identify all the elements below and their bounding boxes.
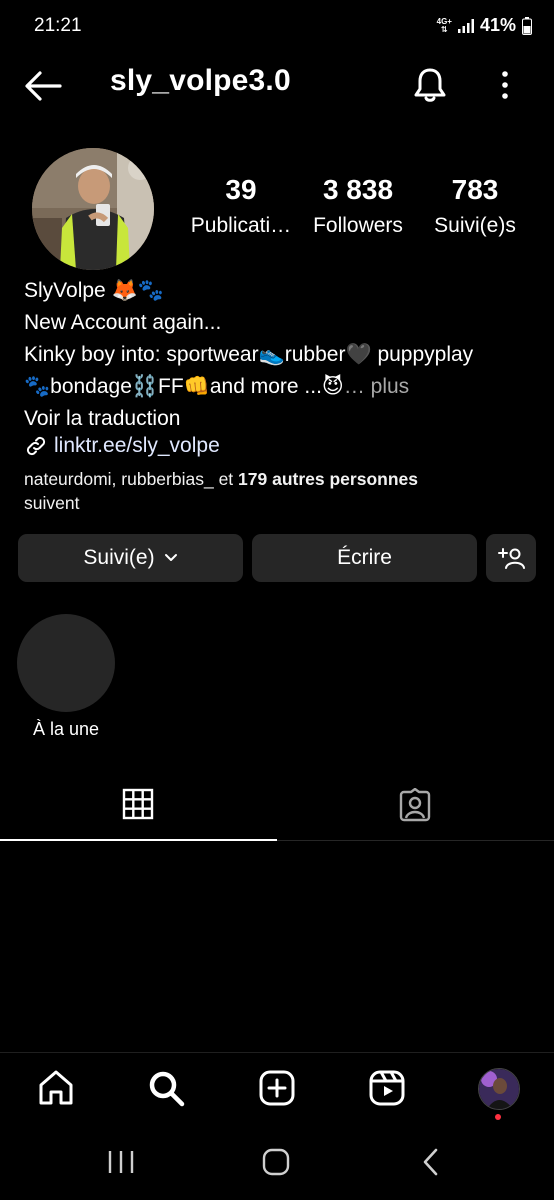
following-count: 783	[451, 174, 499, 205]
followers-count: 3 838	[322, 174, 394, 205]
message-button[interactable]: Écrire	[252, 534, 477, 582]
nav-avatar-photo	[479, 1069, 519, 1109]
stat-followers[interactable]: 3 838 Followers	[305, 174, 411, 238]
mutual-suffix: suivent	[24, 493, 80, 513]
add-user-icon	[498, 548, 525, 569]
followers-label: Followers	[313, 214, 403, 237]
active-tab-indicator	[0, 839, 277, 841]
bio-line-3: 🐾bondage⛓️FF👊and more ...😈… plus	[24, 371, 409, 403]
profile-username: sly_volpe3.0	[110, 64, 291, 97]
bio-more-link[interactable]: … plus	[344, 375, 409, 398]
battery-icon	[522, 16, 532, 35]
search-icon[interactable]	[146, 1068, 186, 1108]
following-label: Suivi(e)s	[434, 214, 516, 237]
posts-count: 39	[225, 174, 257, 205]
battery-percent: 41%	[479, 15, 516, 35]
highlight-circle[interactable]	[17, 614, 115, 712]
notification-dot	[495, 1114, 501, 1120]
back-arrow-icon[interactable]	[24, 70, 62, 102]
translate-link[interactable]: Voir la traduction	[24, 403, 180, 435]
following-button[interactable]: Suivi(e)	[18, 534, 243, 582]
following-button-label: Suivi(e)	[83, 546, 155, 569]
mutual-and: et	[213, 469, 239, 489]
tab-divider	[277, 840, 554, 841]
bio-line-3-text: 🐾bondage⛓️FF👊and more ...😈	[24, 375, 344, 398]
reels-icon[interactable]	[367, 1068, 407, 1108]
home-icon[interactable]	[36, 1068, 76, 1108]
status-time: 21:21	[34, 15, 82, 36]
mutual-count: 179 autres personnes	[238, 469, 418, 489]
system-back-icon[interactable]	[414, 1145, 448, 1179]
network-indicator: 4G+ ⇅	[437, 17, 452, 34]
mutual-users: nateurdomi, rubberbias_	[24, 469, 214, 489]
more-vertical-icon[interactable]	[496, 70, 514, 100]
bio-line-2: Kinky boy into: sportwear👟rubber🖤 puppyp…	[24, 343, 474, 366]
bio-line-1: New Account again...	[24, 311, 222, 334]
stat-posts[interactable]: 39 Publicati…	[186, 174, 296, 238]
profile-link[interactable]: linktr.ee/sly_volpe	[24, 434, 220, 458]
profile-link-text: linktr.ee/sly_volpe	[54, 434, 220, 457]
signal-icon	[457, 18, 474, 33]
nav-profile-avatar[interactable]	[478, 1068, 520, 1110]
avatar-photo	[32, 148, 154, 270]
status-indicators: 4G+ ⇅ 41%	[437, 15, 532, 36]
mutual-followers[interactable]: nateurdomi, rubberbias_ et 179 autres pe…	[24, 467, 534, 515]
data-arrows-icon: ⇅	[440, 24, 448, 34]
stat-following[interactable]: 783 Suivi(e)s	[426, 174, 524, 238]
posts-label: Publicati…	[190, 214, 292, 237]
profile-display-name: SlyVolpe 🦊🐾	[24, 279, 164, 302]
highlight-label: À la une	[32, 719, 100, 739]
home-button-icon[interactable]	[259, 1145, 293, 1179]
tagged-icon[interactable]	[398, 788, 432, 822]
create-icon[interactable]	[257, 1068, 297, 1108]
link-icon	[26, 436, 46, 456]
grid-icon[interactable]	[122, 788, 154, 820]
chevron-down-icon	[164, 554, 177, 561]
suggest-user-button[interactable]	[486, 534, 536, 582]
bottom-nav-divider	[0, 1052, 554, 1053]
recent-apps-icon[interactable]	[104, 1145, 138, 1179]
profile-avatar[interactable]	[32, 148, 154, 270]
bell-icon[interactable]	[412, 66, 448, 104]
